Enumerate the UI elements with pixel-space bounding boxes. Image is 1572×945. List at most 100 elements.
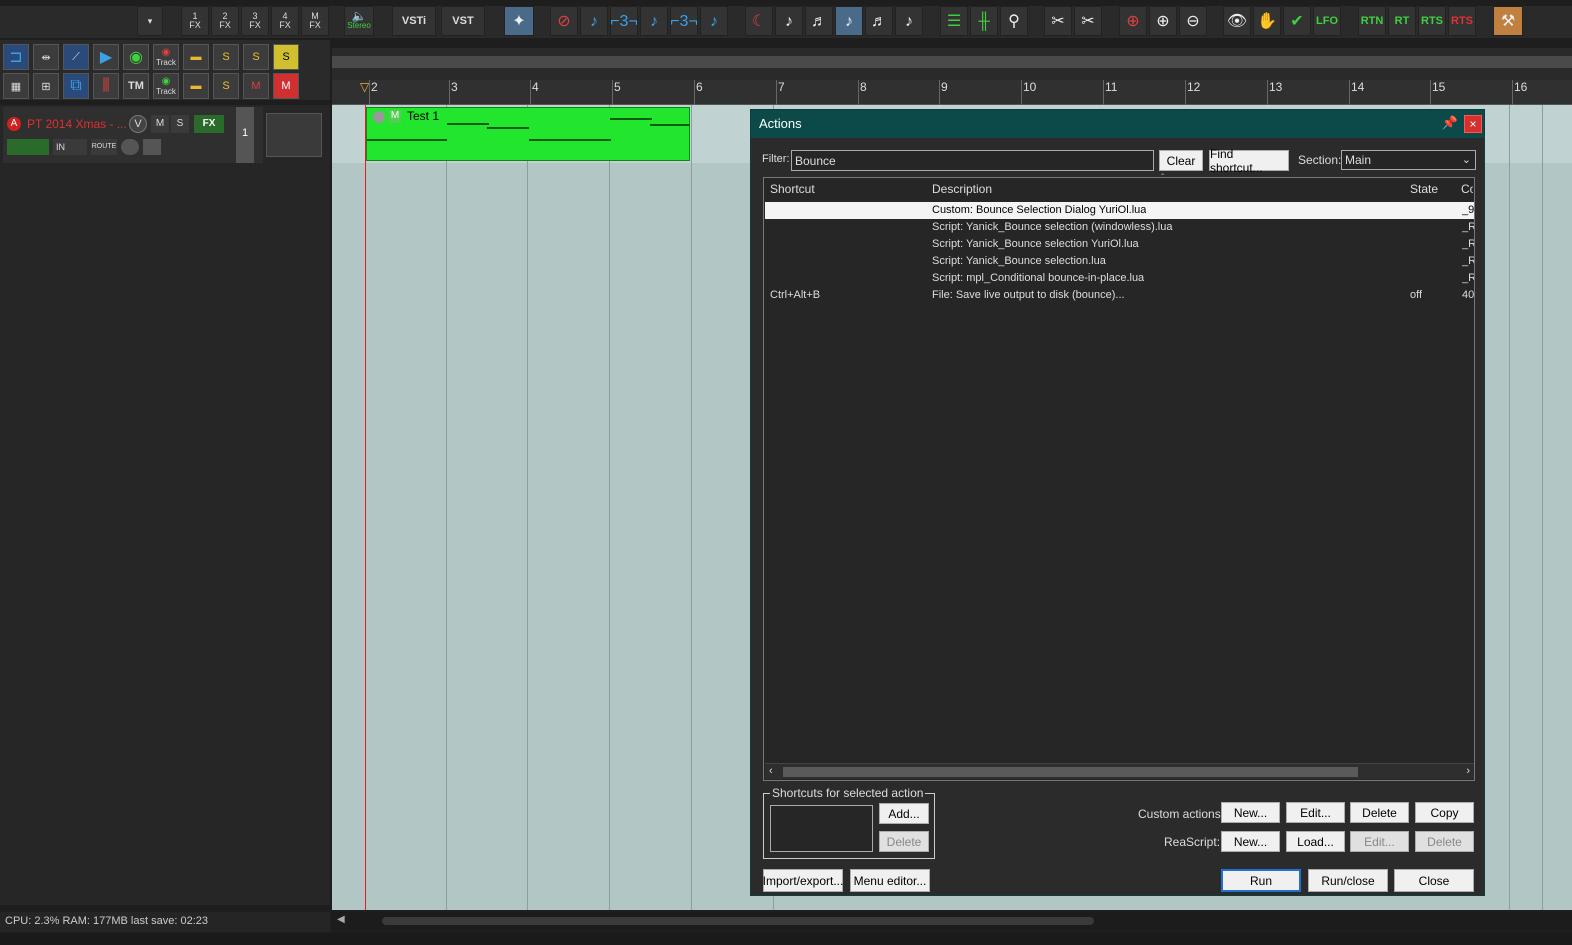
triplet-button-1[interactable]: ⌐3¬ bbox=[610, 6, 638, 36]
fx-button-4[interactable]: 4 FX bbox=[271, 6, 299, 36]
fx-button-2[interactable]: 2 FX bbox=[211, 6, 239, 36]
col-state[interactable]: State bbox=[1410, 182, 1438, 196]
zoom-red-button[interactable]: ⊕ bbox=[1119, 6, 1147, 36]
menu-editor-button[interactable]: Menu editor... bbox=[850, 869, 930, 892]
rt-button[interactable]: RT bbox=[1388, 6, 1416, 36]
save-x-button[interactable]: S bbox=[243, 44, 269, 70]
custom-edit-button[interactable]: Edit... bbox=[1286, 802, 1345, 823]
action-row[interactable]: Script: Yanick_Bounce selection.lua _R bbox=[765, 253, 1474, 270]
grid-note-2[interactable]: ♬ bbox=[805, 6, 833, 36]
scrollbar-thumb[interactable] bbox=[382, 917, 1094, 925]
grid-note-3[interactable]: ♪ bbox=[835, 6, 863, 36]
note-red-button[interactable]: ⊘ bbox=[550, 6, 578, 36]
zoom-in-button[interactable]: ⊕ bbox=[1149, 6, 1177, 36]
reascript-edit-button[interactable]: Edit... bbox=[1350, 831, 1409, 852]
run-close-button[interactable]: Run/close bbox=[1308, 869, 1388, 892]
grid-red-button[interactable]: ☾ bbox=[745, 6, 773, 36]
cut-button-1[interactable]: ✂ bbox=[1044, 6, 1072, 36]
pan-knob[interactable] bbox=[121, 139, 139, 155]
save-d-button[interactable]: S bbox=[213, 73, 239, 99]
note-button-2[interactable]: ♪ bbox=[640, 6, 668, 36]
lfo-button[interactable]: LFO bbox=[1313, 6, 1341, 36]
m-button[interactable]: M bbox=[273, 73, 299, 99]
s-button[interactable]: S bbox=[273, 44, 299, 70]
fx-button[interactable]: FX bbox=[194, 115, 224, 133]
fx-button-3[interactable]: 3 FX bbox=[241, 6, 269, 36]
fx-button-1[interactable]: 1 FX bbox=[181, 6, 209, 36]
view-button[interactable]: ◉ bbox=[123, 44, 149, 70]
delete-shortcut-button[interactable]: Delete bbox=[879, 831, 929, 852]
snap-button[interactable]: ⊐ bbox=[3, 44, 29, 70]
track-button-1[interactable]: ◉ Track bbox=[153, 44, 179, 70]
triplet-button-2[interactable]: ⌐3¬ bbox=[670, 6, 698, 36]
vst-button[interactable]: VST bbox=[441, 6, 485, 36]
timeline-ruler[interactable]: ▽ 2 3 4 5 6 7 8 9 10 11 12 13 14 15 16 bbox=[332, 80, 1572, 105]
reascript-delete-button[interactable]: Delete bbox=[1415, 831, 1474, 852]
volume-knob[interactable]: V bbox=[129, 115, 147, 133]
grid-lines-button[interactable]: ☰ bbox=[940, 6, 968, 36]
mute-x-button[interactable]: M bbox=[243, 73, 269, 99]
list-horizontal-scrollbar[interactable]: ‹ › bbox=[765, 763, 1474, 779]
find-shortcut-button[interactable]: Find shortcut... bbox=[1209, 147, 1289, 175]
walk-button[interactable]: ✦ bbox=[504, 6, 534, 36]
actions-list[interactable]: Shortcut Description ˆ State Co Custom: … bbox=[763, 173, 1475, 781]
list-scroll-thumb[interactable] bbox=[783, 767, 1358, 777]
action-row[interactable]: Custom: Bounce Selection Dialog YuriOl.l… bbox=[765, 202, 1474, 219]
rts-button-2[interactable]: RTS bbox=[1448, 6, 1476, 36]
midi-button[interactable]: ▦ bbox=[3, 73, 29, 99]
settings-button[interactable]: ⚒ bbox=[1493, 6, 1523, 36]
add-shortcut-button[interactable]: Add... bbox=[879, 803, 929, 824]
fx-button-master[interactable]: M FX bbox=[301, 6, 329, 36]
track-button-2[interactable]: ◉ Track bbox=[153, 73, 179, 99]
action-row[interactable]: Script: mpl_Conditional bounce-in-place.… bbox=[765, 270, 1474, 287]
scroll-right-icon[interactable]: › bbox=[1466, 765, 1470, 777]
custom-new-button[interactable]: New... bbox=[1221, 802, 1280, 823]
tm-button[interactable]: TM bbox=[123, 73, 149, 99]
envelope-button[interactable]: ⟋ bbox=[63, 44, 89, 70]
dialog-title-bar[interactable]: Actions 📌 × bbox=[751, 110, 1484, 138]
action-row[interactable]: Ctrl+Alt+B File: Save live output to dis… bbox=[765, 287, 1474, 304]
clear-button[interactable]: Clear bbox=[1159, 150, 1203, 171]
solo-button[interactable]: S bbox=[171, 115, 189, 133]
grid-walk-button[interactable]: ⚲ bbox=[1000, 6, 1028, 36]
section-select[interactable]: Main ⌄ bbox=[1341, 150, 1476, 170]
mute-button[interactable]: M bbox=[151, 115, 169, 133]
track-name[interactable]: PT 2014 Xmas - ...1 bbox=[27, 117, 127, 131]
note-button-1[interactable]: ♪ bbox=[580, 6, 608, 36]
record-arm-button[interactable]: A bbox=[7, 117, 21, 131]
grid-note-5[interactable]: ♪ bbox=[895, 6, 923, 36]
folder-button-2[interactable]: ▬ bbox=[183, 73, 209, 99]
folder-button-1[interactable]: ▬ bbox=[183, 44, 209, 70]
env-button-1[interactable]: 👁 bbox=[1223, 6, 1251, 36]
route-button[interactable]: ROUTE bbox=[91, 139, 117, 155]
col-shortcut[interactable]: Shortcut bbox=[770, 182, 815, 196]
save-r-button[interactable]: S bbox=[213, 44, 239, 70]
grid-button[interactable]: ⊞ bbox=[33, 73, 59, 99]
grid-note-4[interactable]: ♬ bbox=[865, 6, 893, 36]
play-button[interactable]: ▶ bbox=[93, 44, 119, 70]
rtn-button[interactable]: RTN bbox=[1358, 6, 1386, 36]
vsti-button[interactable]: VSTi bbox=[392, 6, 436, 36]
filter-input[interactable] bbox=[791, 150, 1154, 171]
rts-button-1[interactable]: RTS bbox=[1418, 6, 1446, 36]
shortcuts-list[interactable] bbox=[770, 805, 873, 852]
input-button[interactable]: IN bbox=[53, 139, 87, 155]
scroll-left-icon[interactable]: ◀ bbox=[337, 914, 345, 925]
import-export-button[interactable]: Import/export... bbox=[763, 869, 843, 892]
grid-note-1[interactable]: ♪ bbox=[775, 6, 803, 36]
env-button-2[interactable]: ✋ bbox=[1253, 6, 1281, 36]
col-description[interactable]: Description bbox=[932, 182, 992, 196]
ripple-button[interactable]: ⇹ bbox=[33, 44, 59, 70]
media-item[interactable]: M Test 1 bbox=[366, 107, 690, 161]
custom-copy-button[interactable]: Copy bbox=[1415, 802, 1474, 823]
horizontal-scrollbar[interactable]: ◀ bbox=[332, 912, 1572, 930]
pin-icon[interactable]: 📌 bbox=[1442, 115, 1458, 131]
stereo-button[interactable]: 🔈 Stereo bbox=[344, 6, 374, 36]
action-row[interactable]: Script: Yanick_Bounce selection YuriOl.l… bbox=[765, 236, 1474, 253]
close-icon[interactable]: × bbox=[1464, 115, 1482, 133]
scroll-left-icon[interactable]: ‹ bbox=[769, 765, 773, 777]
mixer-button[interactable]: ⫼ bbox=[93, 73, 119, 99]
toolbar-dropdown-button[interactable]: ▾ bbox=[137, 6, 163, 36]
reascript-load-button[interactable]: Load... bbox=[1286, 831, 1345, 852]
custom-delete-button[interactable]: Delete bbox=[1350, 802, 1409, 823]
